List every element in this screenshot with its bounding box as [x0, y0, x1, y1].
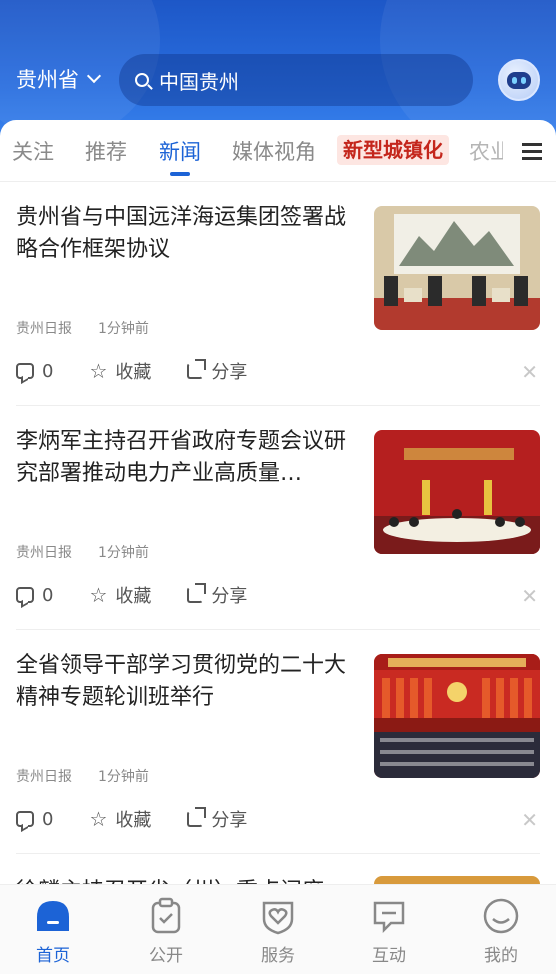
news-source: 贵州日报 — [16, 545, 72, 561]
comment-button[interactable]: 0 — [16, 585, 53, 606]
news-time: 1分钟前 — [98, 769, 149, 785]
comment-icon — [16, 587, 34, 603]
nav-home-label: 首页 — [36, 946, 70, 966]
tab-new-urbanization[interactable]: 新型城镇化 — [337, 135, 449, 165]
news-actions: 0 ☆ 收藏 分享 ✕ — [16, 806, 540, 832]
news-source: 贵州日报 — [16, 769, 72, 785]
share-button[interactable]: 分享 — [187, 582, 247, 608]
share-button[interactable]: 分享 — [187, 358, 247, 384]
assistant-robot-icon[interactable] — [498, 59, 540, 101]
dismiss-close-icon[interactable]: ✕ — [521, 584, 538, 608]
search-bar[interactable]: 中国贵州 — [119, 54, 473, 106]
comment-button[interactable]: 0 — [16, 361, 53, 382]
collect-label: 收藏 — [115, 586, 152, 607]
news-meta: 贵州日报 1分钟前 — [16, 766, 149, 786]
nav-mine-label: 我的 — [484, 946, 518, 966]
smiley-profile-icon — [481, 895, 521, 935]
news-time: 1分钟前 — [98, 321, 149, 337]
nav-public[interactable]: 公开 — [126, 895, 206, 966]
news-item[interactable]: 全省领导干部学习贯彻党的二十大精神专题轮训班举行 贵州日报 1分钟前 0 ☆ 收… — [16, 630, 540, 854]
search-input[interactable]: 中国贵州 — [159, 66, 239, 95]
collect-button[interactable]: ☆ 收藏 — [89, 806, 151, 832]
nav-service[interactable]: 服务 — [238, 895, 318, 966]
news-meta: 贵州日报 1分钟前 — [16, 542, 149, 562]
share-button[interactable]: 分享 — [187, 806, 247, 832]
nav-home[interactable]: 首页 — [13, 895, 93, 966]
comment-button[interactable]: 0 — [16, 809, 53, 830]
dismiss-close-icon[interactable]: ✕ — [521, 360, 538, 384]
share-label: 分享 — [211, 362, 248, 383]
share-icon — [187, 359, 207, 379]
collect-button[interactable]: ☆ 收藏 — [89, 358, 151, 384]
tab-follow[interactable]: 关注 — [12, 136, 54, 166]
collect-button[interactable]: ☆ 收藏 — [89, 582, 151, 608]
province-label: 贵州省 — [16, 68, 79, 92]
share-icon — [187, 807, 207, 827]
news-actions: 0 ☆ 收藏 分享 ✕ — [16, 582, 540, 608]
news-thumbnail[interactable] — [374, 430, 540, 554]
nav-mine[interactable]: 我的 — [461, 895, 541, 966]
channel-menu-icon[interactable] — [522, 143, 542, 160]
news-thumbnail[interactable] — [374, 206, 540, 330]
tab-agriculture[interactable]: 农业 — [469, 136, 503, 166]
news-thumbnail[interactable] — [374, 654, 540, 778]
star-icon: ☆ — [89, 583, 108, 607]
news-actions: 0 ☆ 收藏 分享 ✕ — [16, 358, 540, 384]
collect-label: 收藏 — [115, 362, 152, 383]
chat-bubble-icon — [369, 895, 409, 935]
tab-media-view[interactable]: 媒体视角 — [232, 136, 316, 166]
comment-count: 0 — [42, 360, 54, 382]
comment-icon — [16, 811, 34, 827]
nav-interaction[interactable]: 互动 — [349, 895, 429, 966]
bottom-navigation: 首页 公开 服务 互动 我的 — [0, 884, 556, 974]
news-title[interactable]: 贵州省与中国远洋海运集团签署战略合作框架协议 — [16, 202, 354, 266]
share-label: 分享 — [211, 810, 248, 831]
active-tab-indicator — [170, 172, 190, 176]
comment-count: 0 — [42, 808, 54, 830]
home-icon — [33, 895, 73, 935]
nav-public-label: 公开 — [149, 946, 183, 966]
comment-count: 0 — [42, 584, 54, 606]
news-time: 1分钟前 — [98, 545, 149, 561]
share-icon — [187, 583, 207, 603]
star-icon: ☆ — [89, 359, 108, 383]
news-title[interactable]: 李炳军主持召开省政府专题会议研究部署推动电力产业高质量… — [16, 426, 354, 490]
news-source: 贵州日报 — [16, 321, 72, 337]
province-selector[interactable]: 贵州省 — [16, 64, 102, 94]
heart-shield-icon — [258, 895, 298, 935]
tab-recommend[interactable]: 推荐 — [85, 136, 127, 166]
nav-service-label: 服务 — [261, 946, 295, 966]
star-icon: ☆ — [89, 807, 108, 831]
news-meta: 贵州日报 1分钟前 — [16, 318, 149, 338]
search-icon — [135, 73, 149, 87]
share-label: 分享 — [211, 586, 248, 607]
tab-news[interactable]: 新闻 — [159, 136, 201, 166]
nav-interaction-label: 互动 — [372, 946, 406, 966]
channel-tabs: 关注 推荐 新闻 媒体视角 新型城镇化 农业 — [0, 120, 556, 182]
news-item[interactable]: 李炳军主持召开省政府专题会议研究部署推动电力产业高质量… 贵州日报 1分钟前 0… — [16, 406, 540, 630]
collect-label: 收藏 — [115, 810, 152, 831]
comment-icon — [16, 363, 34, 379]
clipboard-check-icon — [146, 895, 186, 935]
news-title[interactable]: 全省领导干部学习贯彻党的二十大精神专题轮训班举行 — [16, 650, 354, 714]
news-item[interactable]: 贵州省与中国远洋海运集团签署战略合作框架协议 贵州日报 1分钟前 0 ☆ 收藏 — [16, 182, 540, 406]
chevron-down-icon — [86, 68, 102, 84]
dismiss-close-icon[interactable]: ✕ — [521, 808, 538, 832]
